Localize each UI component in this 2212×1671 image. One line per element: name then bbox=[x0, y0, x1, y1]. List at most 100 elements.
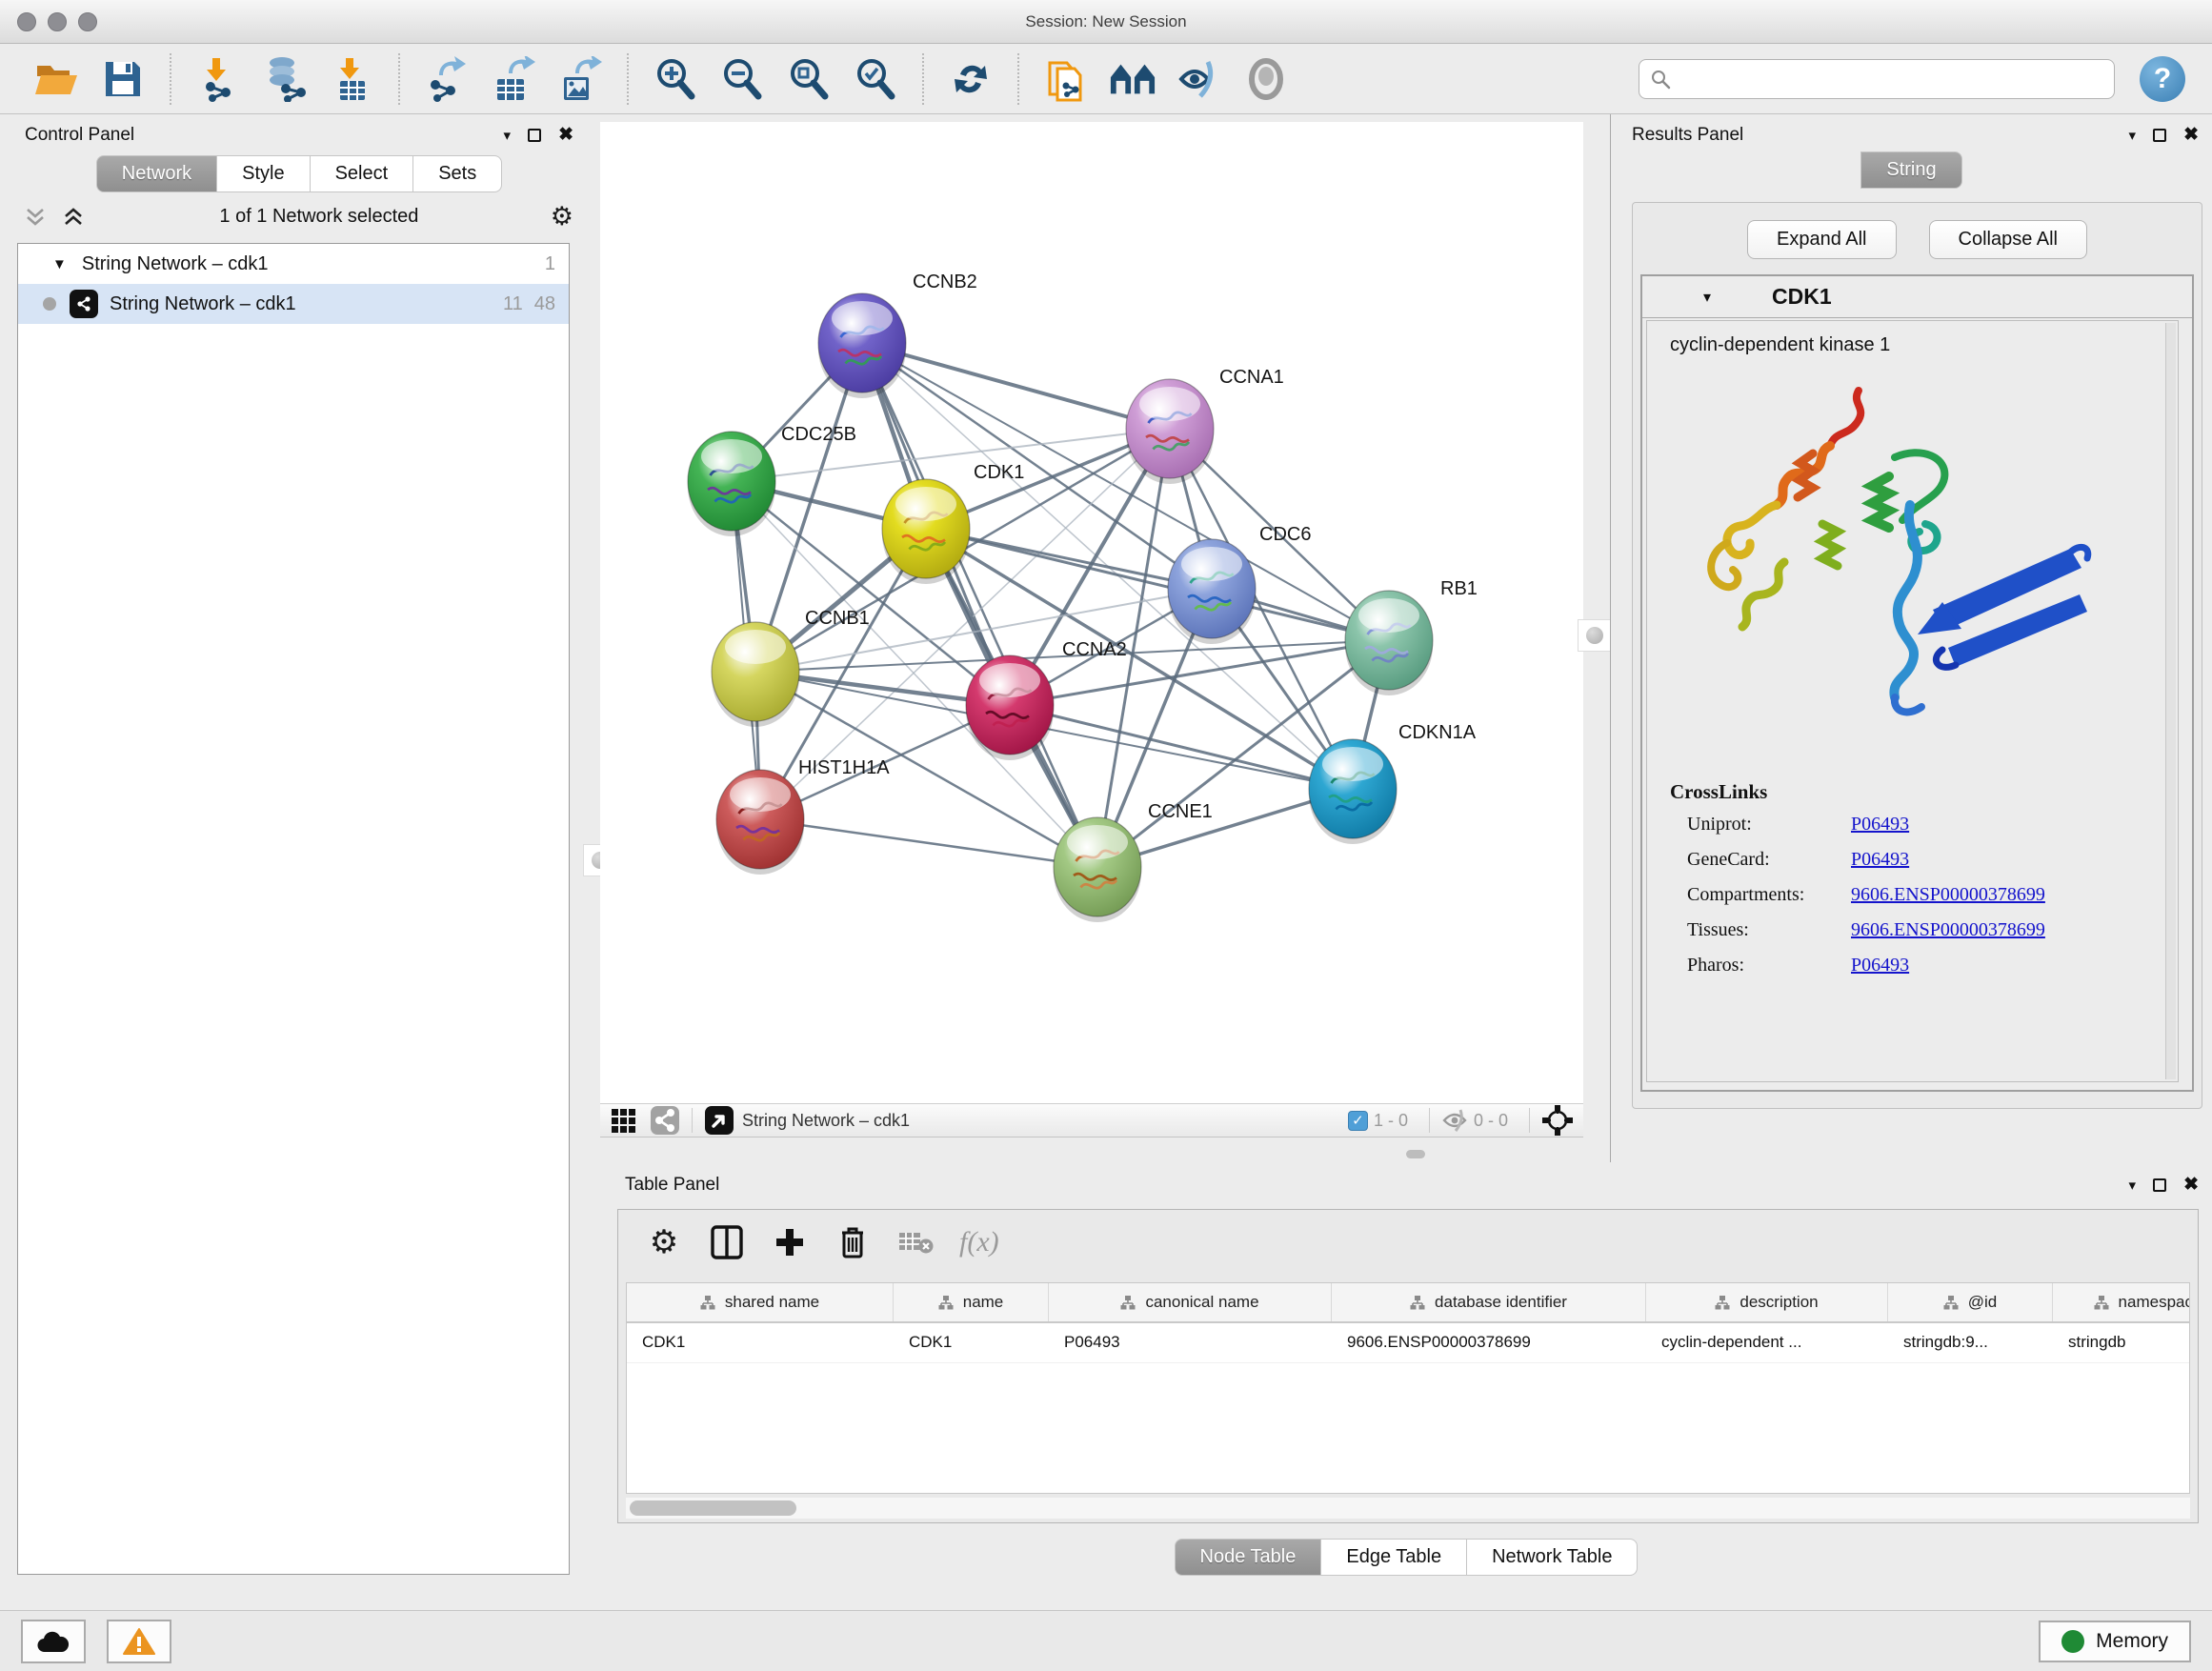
tab-node-table[interactable]: Node Table bbox=[1175, 1539, 1322, 1576]
column-header-description[interactable]: description bbox=[1646, 1283, 1888, 1321]
selected-counts: 1 - 0 bbox=[1374, 1111, 1408, 1131]
collapse-all-icon[interactable] bbox=[25, 208, 50, 227]
hidden-eye-slash-icon[interactable] bbox=[1441, 1109, 1468, 1132]
apply-preferred-layout-button[interactable] bbox=[947, 53, 995, 105]
warnings-button[interactable] bbox=[107, 1620, 171, 1663]
float-panel-icon[interactable] bbox=[528, 129, 541, 142]
expand-all-icon[interactable] bbox=[63, 208, 88, 227]
network-collection-row[interactable]: ▼ String Network – cdk1 1 bbox=[18, 244, 569, 284]
node-CCNE1[interactable]: CCNE1 bbox=[1054, 801, 1213, 922]
export-image-button[interactable] bbox=[556, 53, 604, 105]
delete-column-trash-icon[interactable] bbox=[834, 1223, 872, 1261]
birdseye-navigator-icon[interactable] bbox=[1541, 1104, 1574, 1137]
protein-card-header[interactable]: ▾ CDK1 bbox=[1642, 276, 2192, 318]
show-hide-graphics-details-button[interactable] bbox=[1176, 53, 1223, 105]
column-header-database-identifier[interactable]: database identifier bbox=[1332, 1283, 1646, 1321]
zoom-in-button[interactable] bbox=[652, 53, 699, 105]
column-header-name[interactable]: name bbox=[894, 1283, 1049, 1321]
zoom-out-button[interactable] bbox=[718, 53, 766, 105]
zoom-fit-button[interactable] bbox=[785, 53, 833, 105]
import-network-from-database-button[interactable] bbox=[261, 53, 309, 105]
panel-menu-icon[interactable]: ▾ bbox=[2129, 127, 2137, 144]
network-canvas[interactable]: CCNB2CCNA1CDC25BCDK1CDC6RB1CCNB1CCNA2CDK… bbox=[600, 122, 1583, 1103]
new-network-from-selection-button[interactable] bbox=[1042, 53, 1090, 105]
save-session-button[interactable] bbox=[99, 53, 147, 105]
zoom-selected-button[interactable] bbox=[852, 53, 899, 105]
detach-view-icon[interactable] bbox=[704, 1105, 734, 1136]
tab-sets[interactable]: Sets bbox=[413, 155, 502, 192]
help-button[interactable]: ? bbox=[2140, 56, 2185, 102]
tab-network[interactable]: Network bbox=[96, 155, 217, 192]
network-options-gear-icon[interactable]: ⚙ bbox=[551, 204, 573, 230]
table-row[interactable]: CDK1CDK1P064939606.ENSP00000378699cyclin… bbox=[627, 1323, 2189, 1363]
network-share-view-icon[interactable] bbox=[650, 1105, 680, 1136]
results-scrollbar[interactable] bbox=[2165, 323, 2176, 1079]
expand-all-button[interactable]: Expand All bbox=[1747, 220, 1897, 259]
close-panel-icon[interactable]: ✖ bbox=[558, 124, 573, 146]
export-table-button[interactable] bbox=[490, 53, 537, 105]
panel-menu-icon[interactable]: ▾ bbox=[2129, 1177, 2137, 1194]
memory-button[interactable]: Memory bbox=[2039, 1621, 2191, 1662]
edge-CDK1-RB1[interactable] bbox=[926, 529, 1389, 640]
grid-view-icon[interactable] bbox=[610, 1106, 638, 1135]
edge-CCNB2-CCNE1[interactable] bbox=[862, 343, 1097, 867]
delete-table-icon[interactable] bbox=[896, 1223, 935, 1261]
column-header-namespace[interactable]: namespace bbox=[2053, 1283, 2190, 1321]
collapse-all-button[interactable]: Collapse All bbox=[1929, 220, 2088, 259]
table-cell[interactable]: 9606.ENSP00000378699 bbox=[1332, 1323, 1646, 1362]
crosslink-link[interactable]: P06493 bbox=[1851, 814, 1909, 836]
table-cell[interactable]: P06493 bbox=[1049, 1323, 1332, 1362]
export-network-button[interactable] bbox=[423, 53, 471, 105]
float-panel-icon[interactable] bbox=[2153, 129, 2166, 142]
table-horizontal-scrollbar[interactable] bbox=[626, 1498, 2190, 1519]
node-HIST1H1A[interactable]: HIST1H1A bbox=[716, 757, 890, 875]
collection-expand-icon[interactable]: ▼ bbox=[52, 256, 67, 272]
table-cell[interactable]: stringdb bbox=[2053, 1323, 2190, 1362]
node-CDC25B[interactable]: CDC25B bbox=[688, 424, 856, 536]
add-column-icon[interactable] bbox=[771, 1223, 809, 1261]
edge-HIST1H1A-CCNE1[interactable] bbox=[760, 819, 1097, 867]
tab-select[interactable]: Select bbox=[311, 155, 414, 192]
node-RB1[interactable]: RB1 bbox=[1345, 578, 1478, 695]
function-builder-button[interactable]: f(x) bbox=[959, 1226, 999, 1258]
birdseye-view-button[interactable] bbox=[1242, 53, 1290, 105]
crosslink-label: Uniprot: bbox=[1670, 814, 1851, 836]
column-header-@id[interactable]: @id bbox=[1888, 1283, 2053, 1321]
column-header-shared-name[interactable]: shared name bbox=[627, 1283, 894, 1321]
right-splitter-handle[interactable] bbox=[1578, 619, 1612, 652]
crosslink-link[interactable]: 9606.ENSP00000378699 bbox=[1851, 884, 2045, 906]
tab-string[interactable]: String bbox=[1860, 151, 1961, 189]
tab-network-table[interactable]: Network Table bbox=[1467, 1539, 1638, 1576]
close-panel-icon[interactable]: ✖ bbox=[2183, 124, 2199, 146]
open-session-button[interactable] bbox=[32, 53, 80, 105]
crosslink-link[interactable]: P06493 bbox=[1851, 955, 1909, 976]
show-columns-icon[interactable] bbox=[708, 1223, 746, 1261]
table-settings-gear-icon[interactable]: ⚙ bbox=[645, 1223, 683, 1261]
node-CDKN1A[interactable]: CDKN1A bbox=[1309, 722, 1477, 844]
tab-style[interactable]: Style bbox=[217, 155, 310, 192]
table-cell[interactable]: cyclin-dependent ... bbox=[1646, 1323, 1888, 1362]
node-CCNA1[interactable]: CCNA1 bbox=[1126, 367, 1284, 484]
first-neighbors-button[interactable] bbox=[1109, 53, 1156, 105]
table-cell[interactable]: CDK1 bbox=[894, 1323, 1049, 1362]
table-cell[interactable]: CDK1 bbox=[627, 1323, 894, 1362]
table-cell[interactable]: stringdb:9... bbox=[1888, 1323, 2053, 1362]
search-input[interactable] bbox=[1672, 70, 2104, 88]
crosslink-link[interactable]: 9606.ENSP00000378699 bbox=[1851, 919, 2045, 941]
column-header-canonical-name[interactable]: canonical name bbox=[1049, 1283, 1332, 1321]
bottom-splitter-handle[interactable] bbox=[1406, 1150, 1425, 1158]
network-row[interactable]: String Network – cdk1 11 48 bbox=[18, 284, 569, 324]
float-panel-icon[interactable] bbox=[2153, 1178, 2166, 1192]
collapse-card-icon[interactable]: ▾ bbox=[1703, 288, 1711, 307]
panel-menu-icon[interactable]: ▾ bbox=[504, 127, 512, 144]
scrollbar-thumb[interactable] bbox=[630, 1500, 796, 1516]
close-panel-icon[interactable]: ✖ bbox=[2183, 1174, 2199, 1196]
node-CDK1[interactable]: CDK1 bbox=[882, 462, 1024, 584]
node-CCNB2[interactable]: CCNB2 bbox=[818, 272, 977, 398]
import-table-button[interactable] bbox=[328, 53, 375, 105]
cloud-status-button[interactable] bbox=[21, 1620, 86, 1663]
crosslink-link[interactable]: P06493 bbox=[1851, 849, 1909, 871]
selected-checkbox-icon[interactable]: ✓ bbox=[1348, 1111, 1368, 1131]
import-network-button[interactable] bbox=[194, 53, 242, 105]
tab-edge-table[interactable]: Edge Table bbox=[1321, 1539, 1467, 1576]
